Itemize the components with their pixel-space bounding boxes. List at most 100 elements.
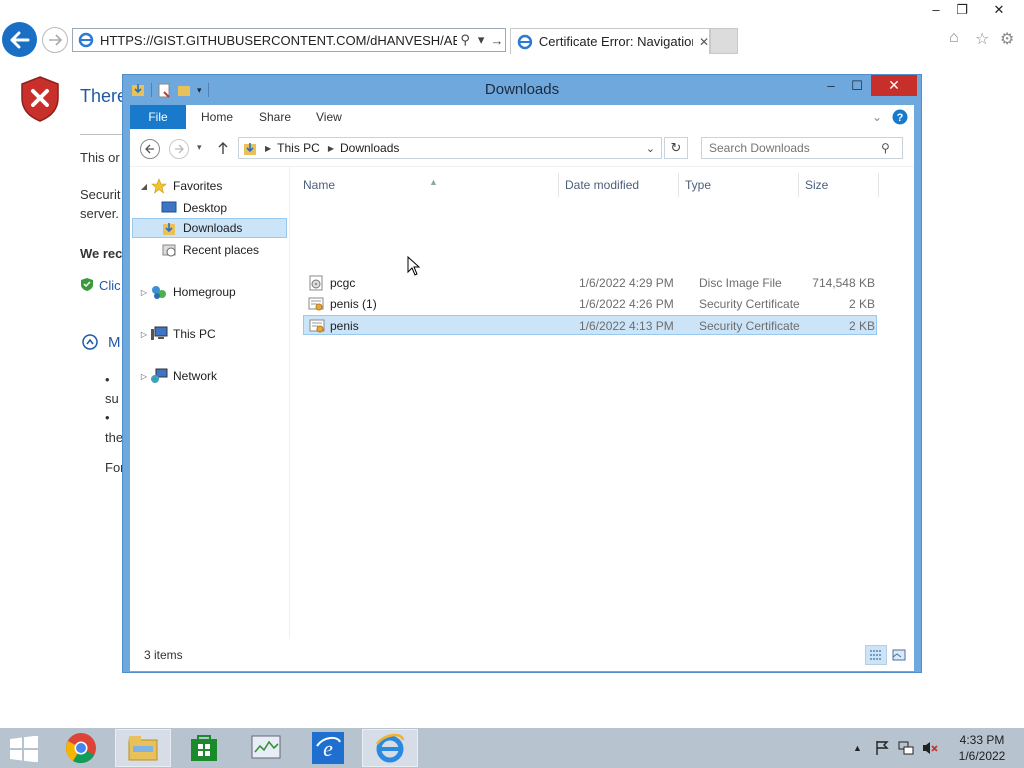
column-label: Name: [303, 178, 336, 192]
more-information-label[interactable]: M: [108, 334, 121, 351]
column-header-type[interactable]: Type: [679, 173, 799, 197]
sidebar-item-favorites[interactable]: ◢ Favorites: [138, 176, 222, 196]
search-box[interactable]: ⚲: [701, 137, 903, 159]
explorer-titlebar[interactable]: ▾ Downloads – ☐ ✕: [123, 75, 921, 105]
file-explorer-window: ▾ Downloads – ☐ ✕ File Home Share View ⌄…: [122, 74, 922, 673]
new-tab-button[interactable]: [710, 28, 738, 54]
table-row[interactable]: penis (1) 1/6/2022 4:26 PM Security Cert…: [303, 294, 877, 314]
tab-file[interactable]: File: [130, 105, 186, 129]
details-view-icon: [870, 650, 882, 660]
file-size: 2 KB: [848, 297, 875, 311]
recent-locations-dropdown-icon[interactable]: ▾: [197, 142, 202, 153]
certificate-icon: [309, 319, 325, 333]
details-view-button[interactable]: [865, 645, 887, 665]
browser-back-button[interactable]: [2, 22, 37, 57]
network-tray-icon[interactable]: [898, 740, 914, 756]
tab-view[interactable]: View: [316, 105, 342, 129]
breadcrumb-downloads[interactable]: Downloads: [340, 141, 399, 155]
taskbar-internet-explorer[interactable]: [362, 729, 418, 767]
column-header-date-modified[interactable]: Date modified: [559, 173, 679, 197]
sidebar-item-homegroup[interactable]: ▷ Homegroup: [138, 282, 236, 302]
collapse-arrow-icon[interactable]: ◢: [138, 182, 150, 191]
windows-start-icon[interactable]: [8, 736, 40, 762]
sidebar-item-network[interactable]: ▷ Network: [138, 366, 217, 386]
sidebar-item-downloads[interactable]: Downloads: [132, 218, 287, 238]
column-label: Type: [685, 178, 712, 192]
close-icon[interactable]: ✕: [871, 75, 917, 96]
table-row[interactable]: penis 1/6/2022 4:13 PM Security Certific…: [303, 315, 877, 335]
expand-arrow-icon[interactable]: ▷: [138, 372, 150, 381]
breadcrumb-this-pc[interactable]: This PC: [277, 141, 320, 155]
go-arrow-icon[interactable]: →: [489, 33, 505, 48]
file-size: 2 KB: [848, 319, 875, 333]
address-dropdown-icon[interactable]: ⌄: [646, 142, 655, 155]
more-info-icon[interactable]: [82, 334, 98, 353]
maximize-icon[interactable]: ☐: [843, 75, 871, 96]
minimize-icon[interactable]: –: [817, 75, 845, 96]
address-url[interactable]: HTTPS://GIST.GITHUBUSERCONTENT.COM/dHANV…: [100, 33, 457, 48]
sidebar-item-desktop[interactable]: Desktop: [160, 198, 227, 218]
settings-gear-icon[interactable]: ⚙: [1000, 29, 1014, 49]
taskbar-ie-metro[interactable]: e: [300, 729, 356, 767]
show-hidden-icons-icon[interactable]: ▲: [853, 743, 862, 753]
back-button[interactable]: [140, 139, 160, 159]
file-name: penis (1): [330, 297, 377, 311]
network-icon: [150, 368, 168, 384]
certificate-icon: [308, 297, 324, 311]
column-label: Date modified: [565, 178, 640, 192]
ie-page-icon: [78, 32, 94, 48]
tab-close-icon[interactable]: ✕: [699, 35, 709, 49]
system-clock[interactable]: 4:33 PM 1/6/2022: [950, 732, 1014, 764]
tab-share[interactable]: Share: [259, 105, 291, 129]
action-center-flag-icon[interactable]: [874, 740, 890, 756]
restore-icon[interactable]: ❐: [947, 0, 977, 20]
navigation-pane: ◢ Favorites Desktop Downloads Recent pla…: [130, 167, 290, 639]
tab-home[interactable]: Home: [201, 105, 233, 129]
column-header-size[interactable]: Size: [799, 173, 879, 197]
error-text: su: [105, 391, 119, 406]
taskbar-file-explorer[interactable]: [115, 729, 171, 767]
divider: [80, 134, 124, 135]
taskbar-task-manager[interactable]: [238, 729, 294, 767]
close-webpage-link[interactable]: Clic: [99, 278, 121, 293]
taskbar-store[interactable]: [176, 729, 232, 767]
ribbon-tabs: File Home Share View ⌄ ?: [130, 105, 914, 129]
expand-ribbon-icon[interactable]: ⌄: [872, 110, 882, 124]
breadcrumb-chevron-icon[interactable]: ▶: [265, 144, 271, 153]
favorites-star-icon[interactable]: ☆: [975, 29, 989, 49]
mouse-cursor-icon: [407, 256, 421, 276]
taskbar: e ▲ 4:33 PM 1/6/2022: [0, 728, 1024, 768]
address-bar[interactable]: HTTPS://GIST.GITHUBUSERCONTENT.COM/dHANV…: [72, 28, 506, 52]
breadcrumb-chevron-icon[interactable]: ▶: [328, 144, 334, 153]
search-icon[interactable]: ⚲: [881, 141, 890, 155]
close-icon[interactable]: ✕: [984, 0, 1014, 20]
expand-arrow-icon[interactable]: ▷: [138, 330, 150, 339]
forward-arrow-icon: [49, 34, 62, 46]
column-header-name[interactable]: ▲ Name: [297, 173, 559, 197]
search-icon[interactable]: ⚲: [457, 32, 473, 48]
expand-arrow-icon[interactable]: ▷: [138, 288, 150, 297]
sidebar-item-recent-places[interactable]: Recent places: [160, 240, 259, 260]
back-arrow-icon: [145, 144, 154, 154]
volume-muted-icon[interactable]: [921, 740, 939, 756]
search-input[interactable]: [709, 141, 881, 155]
taskbar-chrome[interactable]: [53, 729, 109, 767]
file-explorer-icon: [128, 736, 158, 761]
browser-forward-button[interactable]: [42, 27, 68, 53]
browser-tab[interactable]: Certificate Error: Navigation... ✕: [510, 28, 710, 54]
large-icons-view-button[interactable]: [888, 645, 910, 665]
help-icon[interactable]: ?: [892, 109, 908, 125]
up-arrow-icon[interactable]: [217, 141, 229, 155]
dropdown-icon[interactable]: ▾: [473, 32, 489, 48]
table-row[interactable]: pcgc 1/6/2022 4:29 PM Disc Image File 71…: [303, 273, 877, 293]
home-icon[interactable]: ⌂: [949, 29, 959, 47]
shield-check-icon: [80, 277, 94, 295]
file-size: 714,548 KB: [812, 276, 875, 290]
explorer-address-bar[interactable]: ▶ This PC ▶ Downloads ⌄: [238, 137, 662, 159]
file-name: pcgc: [330, 276, 356, 290]
sidebar-item-this-pc[interactable]: ▷ This PC: [138, 324, 216, 344]
file-date: 1/6/2022 4:13 PM: [579, 319, 674, 333]
refresh-button[interactable]: ↻: [664, 137, 688, 159]
error-text: server.: [80, 206, 120, 221]
forward-button[interactable]: [169, 139, 189, 159]
